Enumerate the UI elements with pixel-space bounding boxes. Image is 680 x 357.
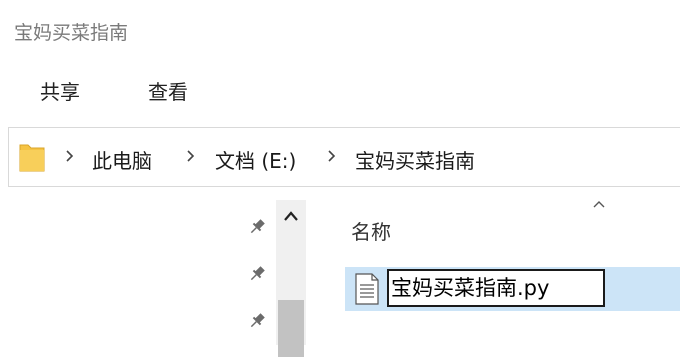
breadcrumb-drive-e[interactable]: 文档 (E:) xyxy=(215,145,296,174)
pin-icon[interactable] xyxy=(246,216,268,238)
scroll-thumb[interactable] xyxy=(278,300,304,357)
address-bar[interactable]: 此电脑 文档 (E:) 宝妈买菜指南 xyxy=(8,127,680,187)
chevron-up-icon[interactable] xyxy=(283,210,299,222)
chevron-right-icon[interactable] xyxy=(185,146,197,166)
text-file-icon xyxy=(355,273,379,305)
folder-icon xyxy=(19,144,45,172)
chevron-right-icon[interactable] xyxy=(64,146,76,166)
nav-scrollbar[interactable] xyxy=(276,200,306,357)
chevron-right-icon[interactable] xyxy=(326,146,338,166)
navigation-pane xyxy=(0,188,307,357)
window-title: 宝妈买菜指南 xyxy=(14,22,129,44)
file-list: 名称 宝妈买菜指南.py xyxy=(307,188,680,345)
tab-share[interactable]: 共享 xyxy=(40,76,80,105)
chevron-up-icon[interactable] xyxy=(591,198,607,210)
title-bar: 宝妈买菜指南 xyxy=(0,0,680,62)
breadcrumb-current-folder[interactable]: 宝妈买菜指南 xyxy=(355,145,475,174)
pin-icon[interactable] xyxy=(246,310,268,332)
pin-icon[interactable] xyxy=(246,263,268,285)
column-header-name[interactable]: 名称 xyxy=(351,216,391,245)
ribbon: 共享 查看 xyxy=(0,62,680,118)
rename-input[interactable]: 宝妈买菜指南.py xyxy=(387,269,605,307)
tab-view[interactable]: 查看 xyxy=(148,76,188,105)
file-row[interactable]: 宝妈买菜指南.py xyxy=(345,267,680,311)
breadcrumb-this-pc[interactable]: 此电脑 xyxy=(92,145,152,174)
